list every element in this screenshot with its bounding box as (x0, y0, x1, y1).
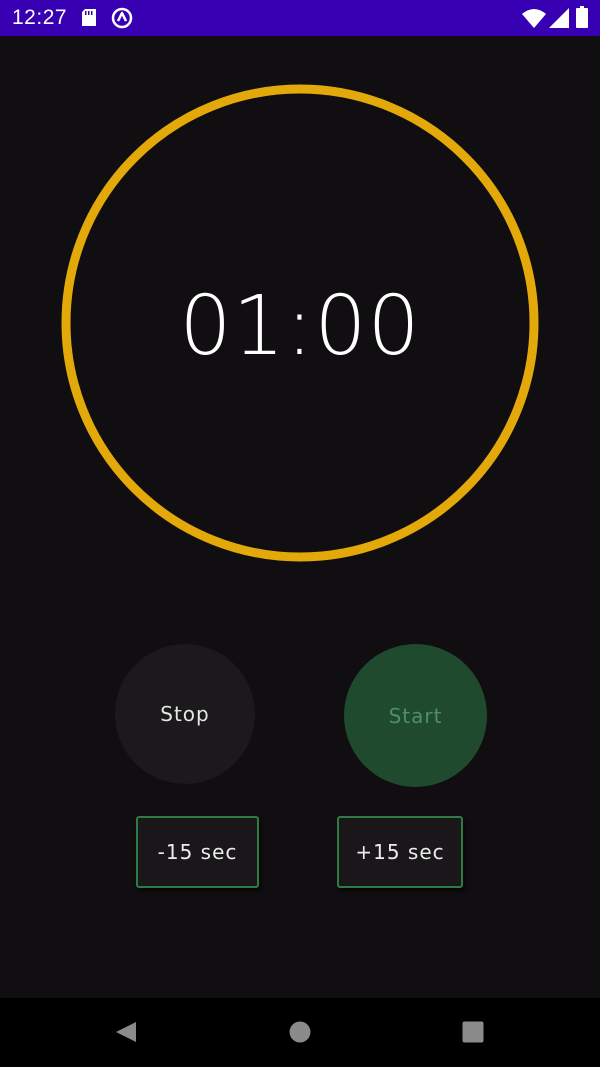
recents-icon[interactable] (462, 1021, 484, 1043)
navigation-bar (0, 998, 600, 1067)
start-button[interactable]: Start (344, 644, 487, 787)
sd-card-icon (82, 9, 96, 26)
status-bar: 12:27 (0, 0, 600, 36)
stop-button[interactable]: Stop (115, 644, 255, 784)
timer-screen: 01:00 Stop Start -15 sec +15 sec (0, 36, 600, 998)
minus-15-sec-button[interactable]: -15 sec (136, 816, 259, 888)
plus-15-sec-button[interactable]: +15 sec (337, 816, 463, 888)
wifi-icon (522, 9, 546, 28)
timer-display: 01:00 (179, 278, 421, 374)
plus-15-sec-label: +15 sec (355, 840, 445, 864)
signal-icon (549, 8, 569, 28)
sync-icon (111, 7, 133, 29)
start-button-label: Start (388, 703, 443, 728)
battery-icon (576, 6, 588, 28)
minus-15-sec-label: -15 sec (157, 840, 238, 864)
stop-button-label: Stop (160, 702, 210, 726)
home-icon[interactable] (289, 1021, 311, 1043)
status-time: 12:27 (12, 6, 68, 29)
back-icon[interactable] (114, 1020, 138, 1044)
